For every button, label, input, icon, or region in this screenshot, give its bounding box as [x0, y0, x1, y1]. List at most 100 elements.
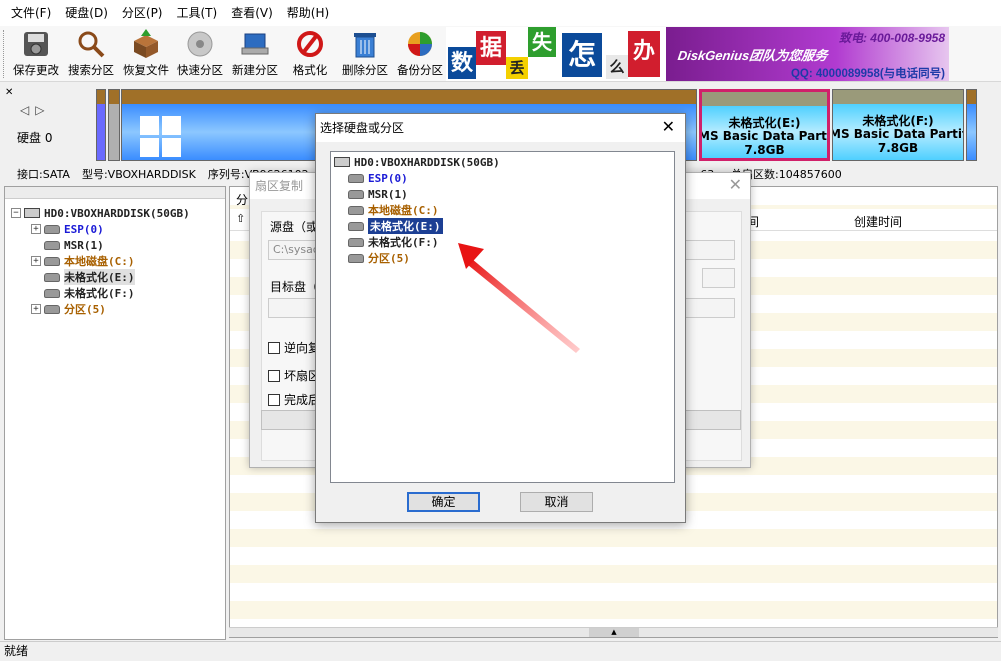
menu-view[interactable]: 查看(V) [224, 0, 280, 26]
interface-info: 接口:SATA [17, 168, 70, 181]
right-tab[interactable]: 分 [236, 191, 248, 208]
bad-sector-checkbox[interactable]: 坏扇区 [268, 367, 320, 384]
close-icon[interactable]: ✕ [662, 117, 675, 137]
menu-partition[interactable]: 分区(P) [115, 0, 170, 26]
ad-char-ban: 办 [628, 31, 660, 77]
harddisk-icon [334, 157, 350, 167]
close-icon[interactable]: ✕ [729, 175, 742, 194]
recover-box-icon [129, 28, 163, 60]
collapse-icon[interactable]: ✕ [5, 87, 13, 98]
search-icon [74, 28, 108, 60]
new-partition-button[interactable]: 新建分区 [227, 28, 283, 80]
menu-bar: 文件(F) 硬盘(D) 分区(P) 工具(T) 查看(V) 帮助(H) [0, 0, 1001, 26]
ad-char-me: 么 [606, 55, 628, 79]
reverse-copy-checkbox[interactable]: 逆向复 [268, 339, 320, 356]
ad-char-zen: 怎 [562, 33, 602, 77]
disk-label: 硬盘 0 [17, 131, 53, 145]
partition-bar-f[interactable]: 未格式化(F:) MS Basic Data Partition 7.8GB [832, 89, 964, 161]
menu-help[interactable]: 帮助(H) [280, 0, 336, 26]
save-disk-icon [19, 28, 53, 60]
recover-files-button[interactable]: 恢复文件 [118, 28, 174, 80]
partition-icon [348, 237, 364, 247]
partition-icon [44, 272, 60, 282]
pane-handle[interactable] [5, 187, 225, 199]
partition-bar-msr[interactable] [108, 89, 120, 161]
partition-bar-esp[interactable] [96, 89, 106, 161]
windows-logo-icon [140, 116, 181, 157]
collapse-toggle-icon[interactable]: − [11, 208, 21, 218]
dialog-item-msr[interactable]: MSR(1) [334, 186, 500, 202]
cancel-button[interactable]: 取消 [520, 492, 593, 512]
select-disk-dialog: 选择硬盘或分区 ✕ HD0:VBOXHARDDISK(50GB) ESP(0) … [315, 113, 686, 523]
expand-toggle-icon[interactable]: + [31, 304, 41, 314]
dialog-item-label-selected: 未格式化(E:) [368, 218, 443, 234]
expand-toggle-icon[interactable]: + [31, 224, 41, 234]
ad-char-shi: 失 [528, 27, 556, 57]
partition-icon [44, 288, 60, 298]
dialog-item-label: 分区(5) [368, 252, 410, 265]
dialog-disk-node[interactable]: HD0:VBOXHARDDISK(50GB) [334, 154, 500, 170]
save-changes-button[interactable]: 保存更改 [8, 28, 64, 80]
scroll-up-icon[interactable]: ▲ [589, 628, 639, 637]
quick-partition-button[interactable]: 快速分区 [172, 28, 228, 80]
backup-partition-button[interactable]: 备份分区 [392, 28, 448, 80]
search-partition-label: 搜索分区 [68, 63, 114, 77]
partition-icon [348, 253, 364, 263]
expand-toggle-icon[interactable]: + [31, 256, 41, 266]
extra-field[interactable] [702, 268, 735, 288]
menu-disk[interactable]: 硬盘(D) [58, 0, 115, 26]
dialog-item-f[interactable]: 未格式化(F:) [334, 234, 500, 250]
tree-item-c[interactable]: + 本地磁盘(C:) [11, 253, 190, 269]
source-value: C:\sysac [273, 243, 319, 256]
tree-item-f[interactable]: 未格式化(F:) [11, 285, 190, 301]
tree-item-label: 未格式化(E:) [64, 269, 135, 285]
dialog-item-label: 本地磁盘(C:) [368, 204, 439, 217]
partition-icon [44, 304, 60, 314]
tree-item-esp[interactable]: + ESP(0) [11, 221, 190, 237]
partition-bar-5[interactable] [966, 89, 977, 161]
disk-tree-pane: − HD0:VBOXHARDDISK(50GB) + ESP(0) MSR(1)… [4, 186, 226, 640]
dialog-disk-label: HD0:VBOXHARDDISK(50GB) [354, 155, 500, 169]
disk-partition-list[interactable]: HD0:VBOXHARDDISK(50GB) ESP(0) MSR(1) 本地磁… [330, 151, 675, 483]
tree-item-label: MSR(1) [64, 238, 104, 252]
partition-f-size: 7.8GB [877, 141, 919, 155]
delete-partition-button[interactable]: 删除分区 [337, 28, 393, 80]
status-bar: 就绪 [0, 641, 1001, 661]
horizontal-scrollbar[interactable]: ▲ [229, 627, 998, 637]
ad-banner[interactable]: 数 据 丢 失 怎 么 办 DiskGenius团队为您服务 致电: 400-0… [446, 27, 949, 81]
done-checkbox[interactable]: 完成后 [268, 391, 320, 408]
save-changes-label: 保存更改 [13, 63, 59, 77]
ok-button[interactable]: 确定 [407, 492, 480, 512]
ad-phone: 致电: 400-008-9958 [838, 31, 945, 45]
ad-char-diu: 丢 [506, 57, 528, 79]
partition-bar-e[interactable]: 未格式化(E:) MS Basic Data Partition 7.8GB [699, 89, 830, 161]
new-partition-icon [238, 28, 272, 60]
partition-e-size: 7.8GB [744, 143, 785, 157]
partition-e-fs: MS Basic Data Partition [699, 129, 827, 143]
menu-tools[interactable]: 工具(T) [170, 0, 225, 26]
format-button[interactable]: 格式化 [282, 28, 338, 80]
dialog-title: 选择硬盘或分区 [316, 114, 685, 142]
dialog-item-esp[interactable]: ESP(0) [334, 170, 500, 186]
dialog-item-5[interactable]: 分区(5) [334, 250, 500, 266]
tree-item-msr[interactable]: MSR(1) [11, 237, 190, 253]
dialog-item-label: 未格式化(F:) [368, 236, 439, 249]
partition-f-fs: MS Basic Data Partition [833, 127, 963, 141]
dialog-item-c[interactable]: 本地磁盘(C:) [334, 202, 500, 218]
tree-disk-node[interactable]: − HD0:VBOXHARDDISK(50GB) [11, 205, 190, 221]
tree-item-e[interactable]: 未格式化(E:) [11, 269, 190, 285]
partition-icon [348, 221, 364, 231]
format-label: 格式化 [292, 63, 328, 77]
trash-icon [348, 28, 382, 60]
delete-partition-label: 删除分区 [342, 63, 388, 77]
menu-file[interactable]: 文件(F) [4, 0, 58, 26]
new-partition-label: 新建分区 [232, 63, 278, 77]
col-created[interactable]: 创建时间 [854, 213, 902, 230]
disk-nav-arrows[interactable]: ◁▷ [20, 103, 50, 117]
up-arrow-icon[interactable]: ⇧ [236, 212, 245, 225]
search-partition-button[interactable]: 搜索分区 [63, 28, 119, 80]
dialog-item-e[interactable]: 未格式化(E:) [334, 218, 500, 234]
tree-item-5[interactable]: + 分区(5) [11, 301, 190, 317]
toolbar-grip[interactable] [3, 30, 7, 78]
tree-item-label: 本地磁盘(C:) [64, 255, 135, 268]
